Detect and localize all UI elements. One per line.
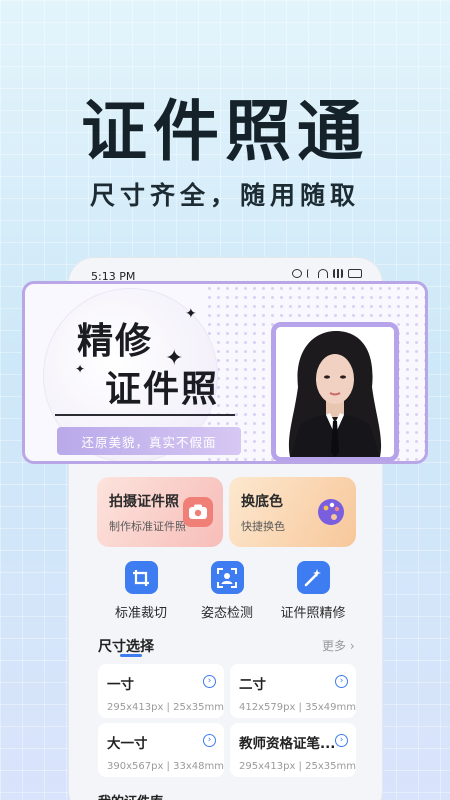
tool-label: 证件照精修 [280,606,346,621]
take-id-photo-card[interactable]: 拍摄证件照 制作标准证件照 [97,477,223,547]
tool-pose-detection[interactable]: 姿态检测 [182,561,272,621]
sparkle-icon: ✦ [185,306,197,322]
bluetooth-icon [307,269,313,278]
wifi-icon [318,269,328,278]
size-card-large-1inch[interactable]: 大一寸 390x567px | 33x48mm › [98,723,224,777]
size-name: 一寸 [107,677,134,693]
tool-label: 标准裁切 [114,606,167,621]
more-link[interactable]: 更多 › [322,637,355,654]
portrait-scan-icon [210,561,244,594]
chevron-right-icon: › [203,734,216,747]
banner-line2: 证件照 [105,369,220,410]
section-underline [120,654,142,657]
chevron-right-icon: › [335,734,348,747]
tool-photo-retouch[interactable]: 证件照精修 [268,561,358,621]
size-name: 二寸 [239,677,266,693]
alarm-icon [292,269,302,278]
size-spec: 390x567px | 33x48mm [107,761,224,772]
sparkle-icon: ✦ [75,362,86,376]
chevron-right-icon: › [203,675,216,688]
tool-label: 姿态检测 [200,606,253,621]
camera-icon [183,497,213,527]
signal-icon [333,269,343,278]
my-id-library-title: 我的证件库 [98,791,163,800]
size-card-teacher-cert[interactable]: 教师资格证笔... 295x413px | 25x35mm › [230,723,356,777]
crop-icon [124,561,158,594]
size-card-1inch[interactable]: 一寸 295x413px | 25x35mm › [98,664,224,718]
magic-wand-icon [296,561,330,594]
size-spec: 412x579px | 35x49mm [239,702,356,713]
size-name: 教师资格证笔... [239,736,336,752]
palette-icon [316,497,346,527]
tool-standard-crop[interactable]: 标准裁切 [96,561,186,621]
size-card-2inch[interactable]: 二寸 412x579px | 35x49mm › [230,664,356,718]
banner-line1: 精修 [77,321,154,362]
status-icons [292,269,362,278]
hero-title: 证件照通 [81,93,369,170]
size-name: 大一寸 [107,736,148,752]
chevron-right-icon: › [335,675,348,688]
size-section-title: 尺寸选择 [98,639,154,655]
size-spec: 295x413px | 25x35mm [107,702,224,713]
size-spec: 295x413px | 25x35mm [239,761,356,772]
banner-tag: 还原美貌，真实不假面 [57,427,241,455]
change-background-card[interactable]: 换底色 快捷换色 [229,477,356,547]
banner-underline [55,414,235,416]
sample-portrait [271,322,399,461]
battery-icon [348,269,362,278]
retouch-banner[interactable]: ✦ ✦ ✦ 精修 证件照 还原美貌，真实不假面 [22,281,428,464]
portrait-image [276,327,394,457]
hero-subtitle: 尺寸齐全，随用随取 [89,181,360,210]
